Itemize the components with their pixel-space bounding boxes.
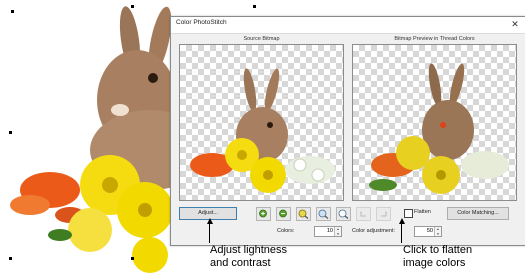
dialog-title: Color PhotoStitch bbox=[176, 19, 227, 26]
thread-preview-label: Bitmap Preview in Thread Colors bbox=[394, 36, 475, 42]
zoom-fit-icon bbox=[318, 209, 329, 219]
flatten-checkbox[interactable] bbox=[404, 209, 413, 218]
adjust-callout-text: Adjust lightness and contrast bbox=[210, 244, 287, 270]
redo-icon bbox=[381, 211, 387, 217]
colors-spinner[interactable]: 10 ▲ ▼ bbox=[314, 226, 342, 237]
adjust-callout-line bbox=[209, 223, 210, 243]
adjust-callout-line1: Adjust lightness bbox=[210, 244, 288, 256]
selection-handle[interactable] bbox=[9, 257, 12, 260]
spinner-arrows-icon[interactable]: ▲ ▼ bbox=[334, 227, 341, 236]
undo-button[interactable] bbox=[356, 207, 371, 221]
flatten-callout-line2: image colors bbox=[403, 257, 466, 269]
flatten-callout-line1: Click to flatten bbox=[403, 244, 473, 256]
source-bitmap-preview bbox=[179, 44, 344, 201]
zoom-out-button[interactable] bbox=[276, 207, 291, 221]
thread-colors-preview bbox=[352, 44, 517, 201]
flatten-label: Flatten bbox=[414, 209, 431, 215]
source-bitmap-label: Source Bitmap bbox=[243, 36, 280, 42]
selection-handle[interactable] bbox=[9, 131, 12, 134]
selection-handle[interactable] bbox=[253, 5, 256, 8]
dialog-titlebar[interactable]: Color PhotoStitch ✕ bbox=[171, 17, 525, 34]
zoom-box-button[interactable] bbox=[296, 207, 311, 221]
zoom-fit-button[interactable] bbox=[316, 207, 331, 221]
zoom-box-icon bbox=[298, 209, 309, 219]
adjust-callout-arrow bbox=[207, 218, 213, 224]
undo-icon bbox=[360, 211, 366, 217]
zoom-in-icon bbox=[259, 209, 267, 218]
selection-handle[interactable] bbox=[131, 257, 134, 260]
color-adjustment-label: Color adjustment: bbox=[352, 228, 396, 234]
color-adjustment-spinner[interactable]: 50 ▲ ▼ bbox=[414, 226, 442, 237]
zoom-actual-button[interactable] bbox=[336, 207, 351, 221]
color-matching-button[interactable]: Color Matching... bbox=[447, 207, 509, 220]
flatten-callout-arrow bbox=[399, 218, 405, 224]
flatten-callout-line bbox=[401, 223, 402, 243]
color-photostitch-dialog: Color PhotoStitch ✕ Source Bitmap Bitmap… bbox=[170, 16, 525, 246]
zoom-out-icon bbox=[279, 209, 287, 218]
color-adjustment-value: 50 bbox=[426, 228, 433, 234]
selection-handle[interactable] bbox=[11, 10, 14, 13]
colors-value: 10 bbox=[326, 228, 333, 234]
colors-label: Colors: bbox=[277, 228, 295, 234]
zoom-in-button[interactable] bbox=[256, 207, 271, 221]
adjust-callout-line2: and contrast bbox=[210, 257, 271, 269]
selection-handle[interactable] bbox=[131, 5, 134, 8]
redo-button[interactable] bbox=[376, 207, 391, 221]
zoom-actual-icon bbox=[338, 209, 349, 219]
spinner-arrows-icon[interactable]: ▲ ▼ bbox=[434, 227, 441, 236]
flatten-callout-text: Click to flatten image colors bbox=[403, 244, 472, 270]
close-button[interactable]: ✕ bbox=[509, 18, 521, 31]
